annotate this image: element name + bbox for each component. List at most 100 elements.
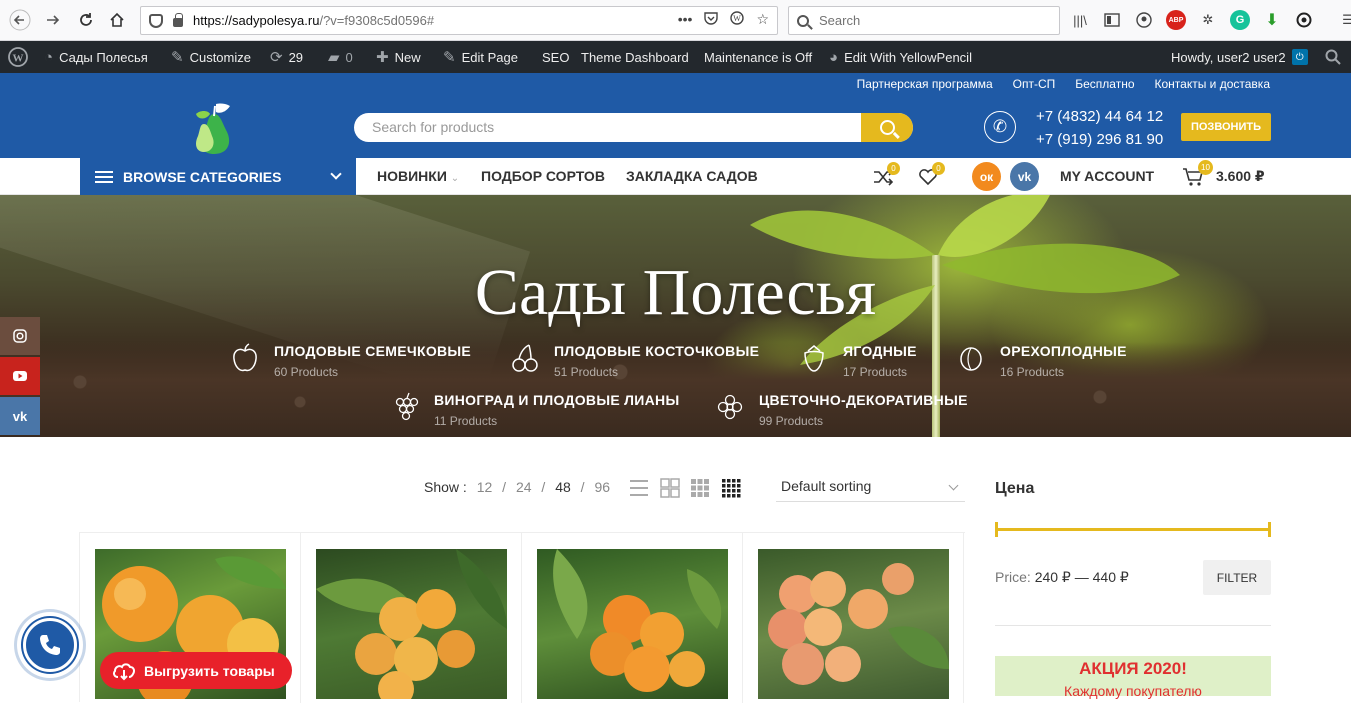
price-slider[interactable] <box>995 522 1271 537</box>
category-yagodnye[interactable]: ЯГОДНЫЕ 17 Products <box>804 343 917 379</box>
chevron-down-icon: ⌄ <box>450 173 460 184</box>
browse-categories-button[interactable]: BROWSE CATEGORIES <box>80 158 356 195</box>
grammarly-icon[interactable]: G <box>1230 10 1250 30</box>
category-count: 16 Products <box>1000 365 1065 379</box>
back-icon[interactable] <box>8 8 32 32</box>
product-image-apricot-2[interactable] <box>316 549 507 699</box>
wp-customize[interactable]: ✎ Customize <box>171 41 251 73</box>
menu-zakladka[interactable]: ЗАКЛАДКА САДОВ <box>626 158 758 195</box>
account-icon[interactable] <box>1134 10 1154 30</box>
wp-search-icon[interactable] <box>1325 41 1341 73</box>
price-slider-max-handle[interactable] <box>1268 522 1271 537</box>
per-page-12[interactable]: 12 <box>477 479 493 495</box>
pocket-icon[interactable] <box>704 11 719 28</box>
per-page-96[interactable]: 96 <box>594 479 610 495</box>
wp-new[interactable]: ✚ New <box>376 41 421 73</box>
call-button[interactable]: ПОЗВОНИТЬ <box>1181 113 1271 141</box>
home-icon[interactable] <box>105 8 129 32</box>
wp-updates[interactable]: ⟳ 29 <box>270 41 303 73</box>
page-actions-icon[interactable]: ••• <box>678 11 693 28</box>
tracking-shield-icon[interactable] <box>149 13 163 28</box>
wp-comments[interactable]: ▰ 0 <box>328 41 353 73</box>
category-count: 99 Products <box>759 414 824 428</box>
wp-howdy[interactable]: Howdy, user2 user2 ⏻ <box>1171 41 1308 73</box>
phone-1[interactable]: +7 (4832) 44 64 12 <box>1036 105 1163 128</box>
bookmark-star-icon[interactable]: ☆ <box>756 11 769 28</box>
promo-subtitle: Каждому покупателю <box>1064 683 1202 699</box>
library-icon[interactable]: |||\ <box>1070 10 1090 30</box>
product-card[interactable] <box>522 533 743 703</box>
per-page-48[interactable]: 48 <box>555 479 571 495</box>
grid-4-icon[interactable] <box>721 478 741 498</box>
url-bar[interactable]: https://sadypolesya.ru/?v=f9308c5d0596# … <box>140 6 778 35</box>
per-page-selector: Show : 12 / 24 / 48 / 96 <box>424 479 611 495</box>
extension-icon[interactable] <box>1294 10 1314 30</box>
wp-site-name[interactable]: ◔ Сады Полесья <box>44 41 148 73</box>
product-search-input[interactable]: Search for products <box>354 113 861 142</box>
per-page-24[interactable]: 24 <box>516 479 532 495</box>
phone-numbers: +7 (4832) 44 64 12 +7 (919) 296 81 90 <box>1036 105 1163 151</box>
wordpress-ext-icon[interactable]: W <box>730 11 745 28</box>
menu-podbor[interactable]: ПОДБОР СОРТОВ <box>481 158 605 195</box>
browser-search-input[interactable]: Search <box>788 6 1060 35</box>
toplink-contacts[interactable]: Контакты и доставка <box>1155 77 1270 91</box>
category-name: ВИНОГРАД И ПЛОДОВЫЕ ЛИАНЫ <box>434 392 680 408</box>
product-image-apricot-4[interactable] <box>758 549 949 699</box>
grid-2-icon[interactable] <box>660 478 680 498</box>
category-kostochkovye[interactable]: ПЛОДОВЫЕ КОСТОЧКОВЫЕ 51 Products <box>512 343 759 379</box>
wishlist-icon[interactable]: 0 <box>918 162 945 186</box>
product-search[interactable]: Search for products <box>354 113 913 142</box>
adblock-icon[interactable]: ABP <box>1166 10 1186 30</box>
forward-icon[interactable] <box>41 8 65 32</box>
toplink-free[interactable]: Бесплатно <box>1075 77 1134 91</box>
site-logo[interactable] <box>190 100 236 156</box>
wp-admin-bar: W ◔ Сады Полесья ✎ Customize ⟳ 29 ▰ 0 ✚ … <box>0 41 1351 73</box>
instagram-icon[interactable] <box>0 317 40 355</box>
category-orehoplodnye[interactable]: ОРЕХОПЛОДНЫЕ 16 Products <box>960 343 1127 379</box>
wp-logo-icon[interactable]: W <box>8 41 28 73</box>
product-card[interactable] <box>743 533 964 703</box>
cart-total[interactable]: 3.600 ₽ <box>1216 158 1265 195</box>
category-semechkovye[interactable]: ПЛОДОВЫЕ СЕМЕЧКОВЫЕ 60 Products <box>233 343 471 379</box>
floating-call-button[interactable] <box>17 612 83 678</box>
wp-edit-page[interactable]: ✎ Edit Page <box>443 41 518 73</box>
chevron-down-icon <box>948 480 959 491</box>
export-label: Выгрузить товары <box>144 662 275 679</box>
gear-ext-icon[interactable]: ✲ <box>1198 10 1218 30</box>
wp-seo[interactable]: SEO <box>542 41 569 73</box>
menu-novinki[interactable]: НОВИНКИ ⌄ <box>377 158 459 195</box>
product-image-apricot-3[interactable] <box>537 549 728 699</box>
vk-sidebar-icon[interactable]: vk <box>0 397 40 435</box>
download-ext-icon[interactable]: ⬇ <box>1262 10 1282 30</box>
category-vinograd[interactable]: ВИНОГРАД И ПЛОДОВЫЕ ЛИАНЫ 11 Products <box>395 392 680 428</box>
category-name: ЯГОДНЫЕ <box>843 343 917 359</box>
sorting-select[interactable]: Default sorting <box>776 474 965 502</box>
price-slider-min-handle[interactable] <box>995 522 998 537</box>
youtube-icon[interactable] <box>0 357 40 395</box>
product-search-button[interactable] <box>861 113 913 142</box>
menu-icon[interactable]: ☰ <box>1338 10 1351 30</box>
wp-theme-dashboard[interactable]: Theme Dashboard <box>581 41 689 73</box>
list-view-icon[interactable] <box>629 478 649 498</box>
lock-icon[interactable] <box>173 13 183 27</box>
sidebar-icon[interactable] <box>1102 10 1122 30</box>
grid-3-icon[interactable] <box>690 478 710 498</box>
export-products-button[interactable]: Выгрузить товары <box>100 652 292 689</box>
promo-banner[interactable]: АКЦИЯ 2020! Каждому покупателю <box>995 656 1271 699</box>
category-cvetochnye[interactable]: ЦВЕТОЧНО-ДЕКОРАТИВНЫЕ 99 Products <box>717 392 968 428</box>
reload-icon[interactable] <box>74 8 98 32</box>
toplink-opt[interactable]: Опт-СП <box>1013 77 1056 91</box>
filter-button[interactable]: FILTER <box>1203 560 1271 595</box>
my-account-link[interactable]: MY ACCOUNT <box>1060 158 1154 195</box>
wp-yellowpencil[interactable]: ◕ Edit With YellowPencil <box>829 41 972 73</box>
toplink-partner[interactable]: Партнерская программа <box>857 77 993 91</box>
cherry-icon <box>510 343 540 373</box>
cart-icon[interactable]: 10 <box>1182 160 1213 187</box>
vk-icon[interactable]: vk <box>1010 162 1039 191</box>
compare-icon[interactable]: 0 <box>873 162 900 186</box>
phone-2[interactable]: +7 (919) 296 81 90 <box>1036 128 1163 151</box>
wp-maintenance[interactable]: Maintenance is Off <box>704 41 812 73</box>
odnoklassniki-icon[interactable]: ок <box>972 162 1001 191</box>
theme-dashboard-label: Theme Dashboard <box>581 49 689 65</box>
product-card[interactable] <box>301 533 522 703</box>
